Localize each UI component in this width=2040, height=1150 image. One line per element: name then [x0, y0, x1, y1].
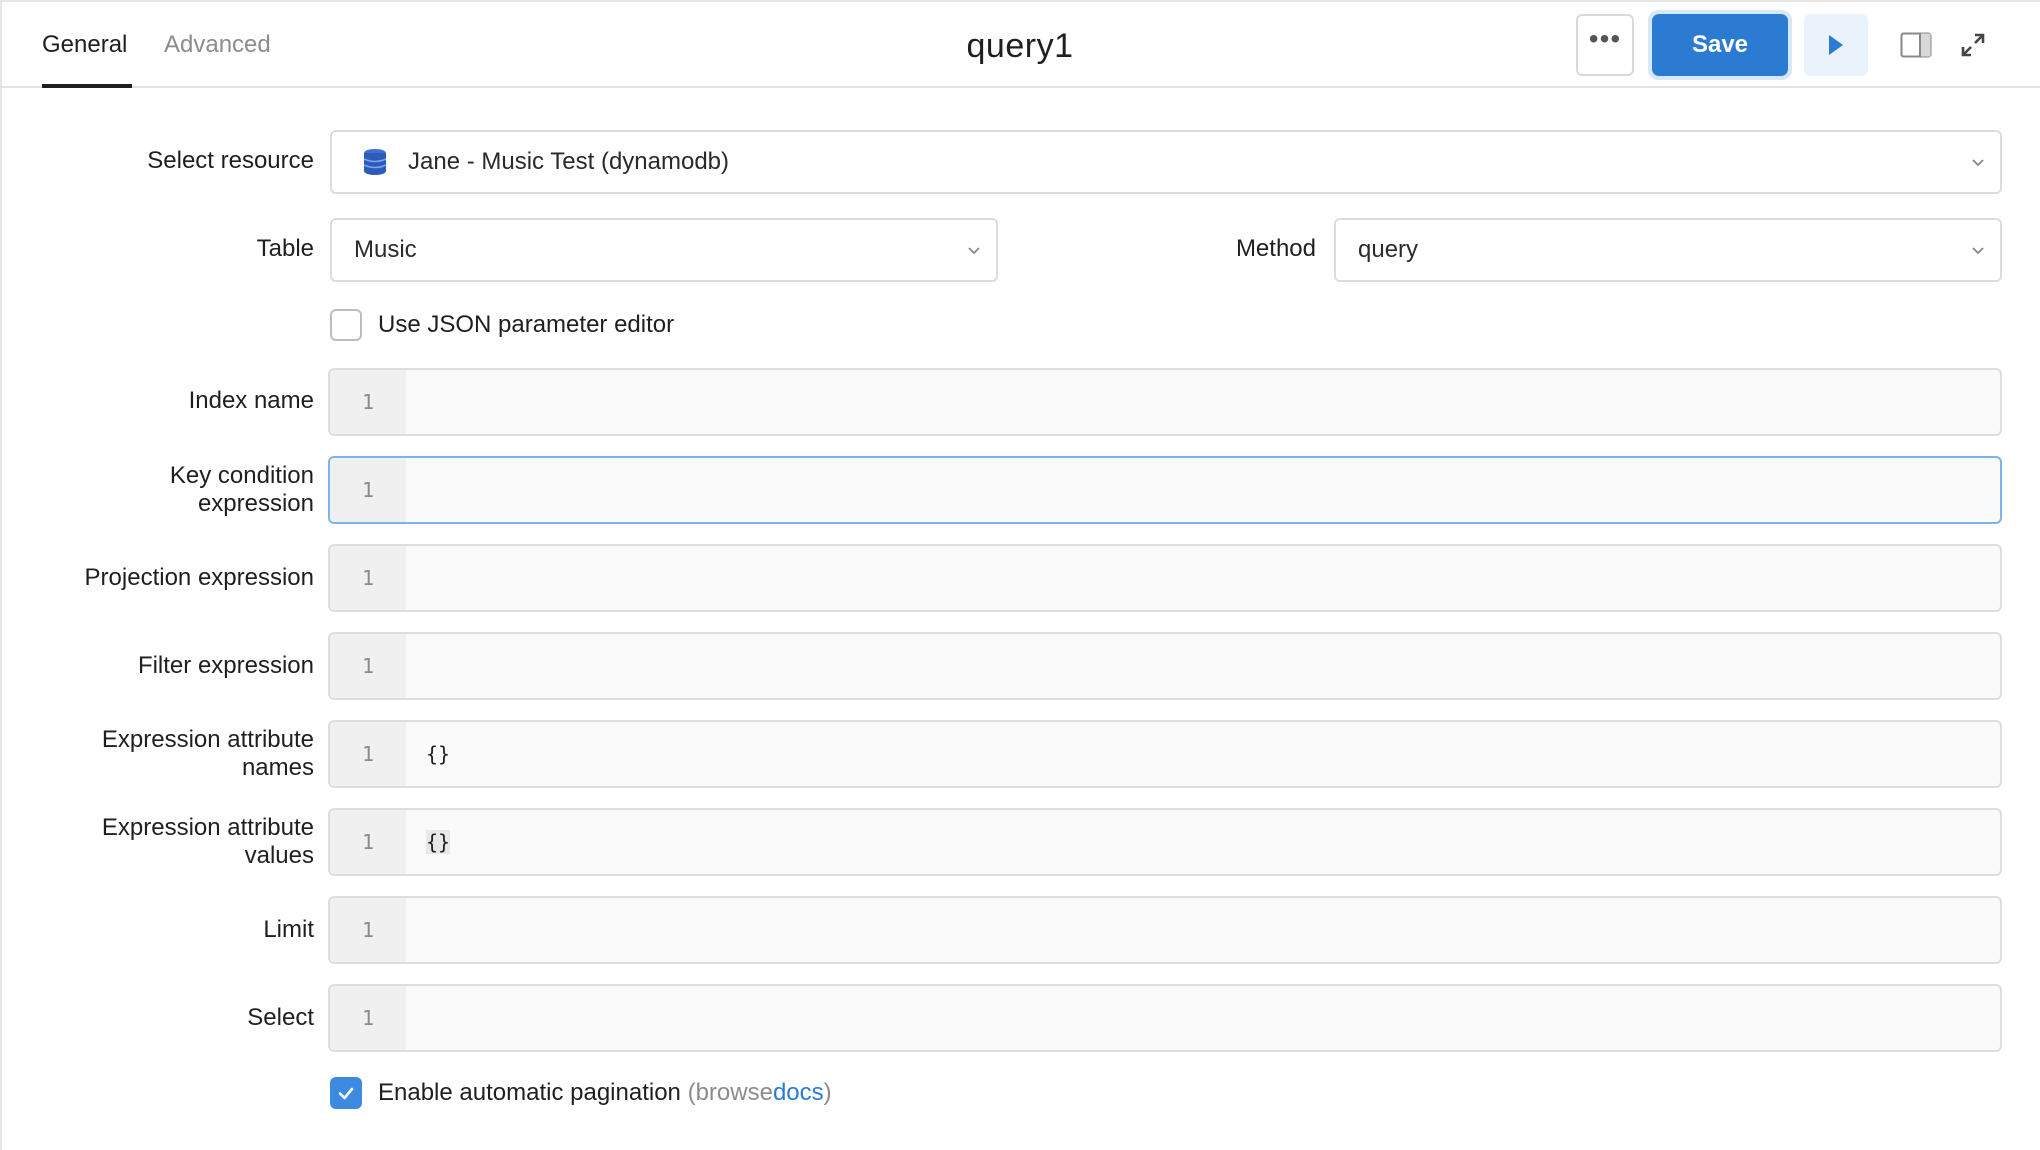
expr-attr-values-label-line1: Expression attribute — [101, 814, 314, 841]
method-select[interactable]: query — [1334, 218, 2002, 282]
select-editor[interactable]: 1 — [328, 984, 2002, 1052]
line-number: 1 — [330, 810, 406, 874]
key-condition-expression-editor[interactable]: 1 — [328, 456, 2002, 524]
paren-close: ) — [823, 1079, 832, 1106]
resource-select-value: Jane - Music Test (dynamodb) — [408, 148, 730, 175]
table-select[interactable]: Music — [330, 218, 998, 282]
chevron-down-icon — [1972, 159, 1984, 167]
line-number: 1 — [330, 546, 406, 610]
expr-attr-names-label-line2: names — [241, 754, 314, 781]
code-value: {} — [426, 742, 451, 766]
pagination-label-text: Enable automatic pagination — [378, 1079, 681, 1106]
filter-expression-editor[interactable]: 1 — [328, 632, 2002, 700]
save-button-label: Save — [1652, 14, 1788, 76]
bracket-match-highlight: {} — [426, 830, 451, 854]
expr-attr-values-label-line2: values — [244, 842, 314, 869]
expand-icon[interactable] — [1960, 32, 1986, 58]
side-panel-icon[interactable] — [1900, 32, 1932, 58]
save-button[interactable]: Save — [1648, 10, 1792, 80]
play-icon — [1829, 35, 1843, 55]
limit-editor[interactable]: 1 — [328, 896, 2002, 964]
line-number: 1 — [330, 634, 406, 698]
more-options-button[interactable]: ••• — [1576, 14, 1634, 76]
more-horizontal-icon: ••• — [1588, 23, 1622, 54]
tab-advanced[interactable]: Advanced — [164, 28, 271, 62]
pagination-label: Enable automatic pagination (browsedocs) — [378, 1077, 832, 1109]
line-number: 1 — [330, 458, 406, 522]
key-condition-label-line2: expression — [197, 490, 314, 517]
dynamodb-database-icon — [363, 149, 387, 175]
run-button[interactable] — [1804, 14, 1868, 76]
projection-expression-editor[interactable]: 1 — [328, 544, 2002, 612]
expr-attr-names-label-line1: Expression attribute — [101, 726, 314, 753]
json-editor-checkbox[interactable] — [330, 309, 362, 341]
code-value: {} — [426, 810, 451, 874]
filter-expression-label: Filter expression — [137, 652, 314, 679]
browse-link[interactable]: browse — [696, 1079, 773, 1106]
line-number: 1 — [330, 722, 406, 786]
expression-attribute-values-editor[interactable]: 1 {} — [328, 808, 2002, 876]
select-label: Select — [247, 1004, 314, 1031]
json-editor-label[interactable]: Use JSON parameter editor — [378, 309, 674, 341]
active-tab-indicator — [42, 84, 132, 88]
docs-link[interactable]: docs — [773, 1079, 824, 1106]
chevron-down-icon — [968, 247, 980, 255]
expression-attribute-names-editor[interactable]: 1 {} — [328, 720, 2002, 788]
paren-open: ( — [687, 1079, 696, 1106]
tab-general[interactable]: General — [42, 28, 127, 62]
projection-expression-label: Projection expression — [84, 564, 314, 591]
line-number: 1 — [330, 898, 406, 962]
index-name-label: Index name — [188, 387, 314, 414]
check-icon — [338, 1087, 354, 1100]
pagination-checkbox[interactable] — [330, 1077, 362, 1109]
table-label: Table — [256, 235, 314, 262]
method-label: Method — [1235, 235, 1316, 262]
query-editor-header: General Advanced query1 ••• Save — [0, 0, 2040, 88]
line-number: 1 — [330, 986, 406, 1050]
resource-select[interactable]: Jane - Music Test (dynamodb) — [330, 130, 2002, 194]
index-name-editor[interactable]: 1 — [328, 368, 2002, 436]
method-select-value: query — [1358, 236, 1419, 263]
key-condition-label-line1: Key condition — [169, 462, 314, 489]
chevron-down-icon — [1972, 247, 1984, 255]
limit-label: Limit — [263, 916, 314, 943]
line-number: 1 — [330, 370, 406, 434]
select-resource-label: Select resource — [147, 147, 314, 174]
table-select-value: Music — [354, 236, 417, 263]
